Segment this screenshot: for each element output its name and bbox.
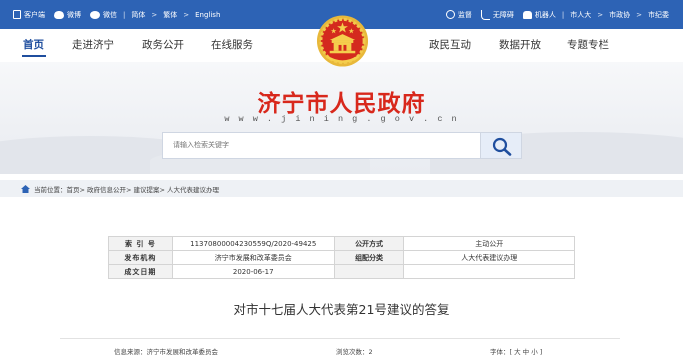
separator: | (123, 10, 126, 19)
nav-active-indicator (22, 55, 46, 57)
lang-traditional-link[interactable]: 繁体 (163, 10, 177, 20)
document-meta: 信息来源：济宁市发展和改革委员会 浏览次数：2 字体：[ 大 中 小 ] (60, 338, 620, 358)
discipline-link[interactable]: 市纪委 (648, 10, 669, 20)
views-text: 浏览次数：2 (336, 348, 373, 356)
breadcrumb-text[interactable]: 当前位置：首页> 政府信息公开> 建议提案> 人大代表建议办理 (34, 184, 219, 194)
publisher-value: 济宁市发展和改革委员会 (171, 250, 335, 265)
nav-affairs[interactable]: 政务公开 (142, 37, 184, 52)
public-mode-value: 主动公开 (403, 236, 575, 251)
document-title: 对市十七届人大代表第21号建议的答复 (233, 302, 450, 317)
robot-icon (522, 10, 532, 19)
index-value: 11370800004230559Q/2020-49425 (171, 236, 335, 251)
publisher-label: 发布机构 (108, 250, 173, 265)
category-value: 人大代表建议办理 (403, 250, 575, 265)
search-box (162, 132, 522, 159)
nav-data[interactable]: 数据开放 (499, 37, 541, 52)
table-row: 发布机构 济宁市发展和改革委员会 组配分类 人大代表建议办理 (108, 250, 575, 265)
supervise-link[interactable]: 监督 (445, 10, 472, 20)
cppcc-link[interactable]: 市政协 (609, 10, 630, 20)
nav-services[interactable]: 在线服务 (211, 37, 253, 52)
table-row: 索 引 号 11370800004230559Q/2020-49425 公开方式… (108, 236, 575, 251)
date-label: 成文日期 (108, 264, 173, 279)
date-value: 2020-06-17 (171, 264, 335, 279)
lang-simplified-link[interactable]: 简体 (131, 10, 145, 20)
phone-icon (13, 10, 21, 19)
wechat-icon (90, 10, 100, 19)
accessibility-link[interactable]: 无障碍 (480, 9, 514, 20)
lang-english-link[interactable]: English (195, 11, 220, 19)
weibo-icon (54, 10, 64, 19)
separator: | (561, 10, 565, 19)
site-url: w w w . j i n i n g . g o v . c n (224, 114, 459, 124)
national-emblem-icon (316, 15, 369, 67)
table-row: 成文日期 2020-06-17 (108, 264, 575, 279)
nav-home[interactable]: 首页 (23, 37, 44, 52)
weibo-link[interactable]: 微博 (54, 10, 81, 20)
public-mode-label: 公开方式 (333, 236, 405, 251)
nav-interaction[interactable]: 政民互动 (429, 37, 471, 52)
supervise-icon (445, 10, 455, 19)
breadcrumb: 当前位置：首页> 政府信息公开> 建议提案> 人大代表建议办理 (0, 180, 683, 197)
wechat-link[interactable]: 微信 (90, 10, 117, 20)
npc-link[interactable]: 市人大 (570, 10, 591, 20)
nav-about[interactable]: 走进济宁 (72, 37, 114, 52)
arrow: > (597, 10, 604, 19)
index-label: 索 引 号 (108, 236, 173, 251)
site-title: 济宁市人民政府 (257, 90, 426, 117)
arrow: > (183, 10, 190, 19)
info-table: 索 引 号 11370800004230559Q/2020-49425 公开方式… (108, 236, 575, 279)
font-size-control[interactable]: 字体：[ 大 中 小 ] (490, 346, 542, 356)
search-input[interactable] (173, 133, 473, 158)
category-label: 组配分类 (333, 250, 405, 265)
home-icon (21, 184, 30, 193)
nav-special[interactable]: 专题专栏 (567, 37, 609, 52)
arrow: > (636, 10, 642, 19)
search-icon (492, 137, 512, 156)
robot-link[interactable]: 机器人 (522, 10, 556, 20)
search-button[interactable] (480, 132, 522, 159)
empty-cell (333, 264, 405, 279)
source-text: 信息来源：济宁市发展和改革委员会 (114, 348, 218, 356)
arrow: > (151, 10, 158, 19)
empty-cell (403, 264, 575, 279)
accessibility-icon (480, 9, 490, 20)
client-link[interactable]: 客户端 (13, 10, 45, 20)
